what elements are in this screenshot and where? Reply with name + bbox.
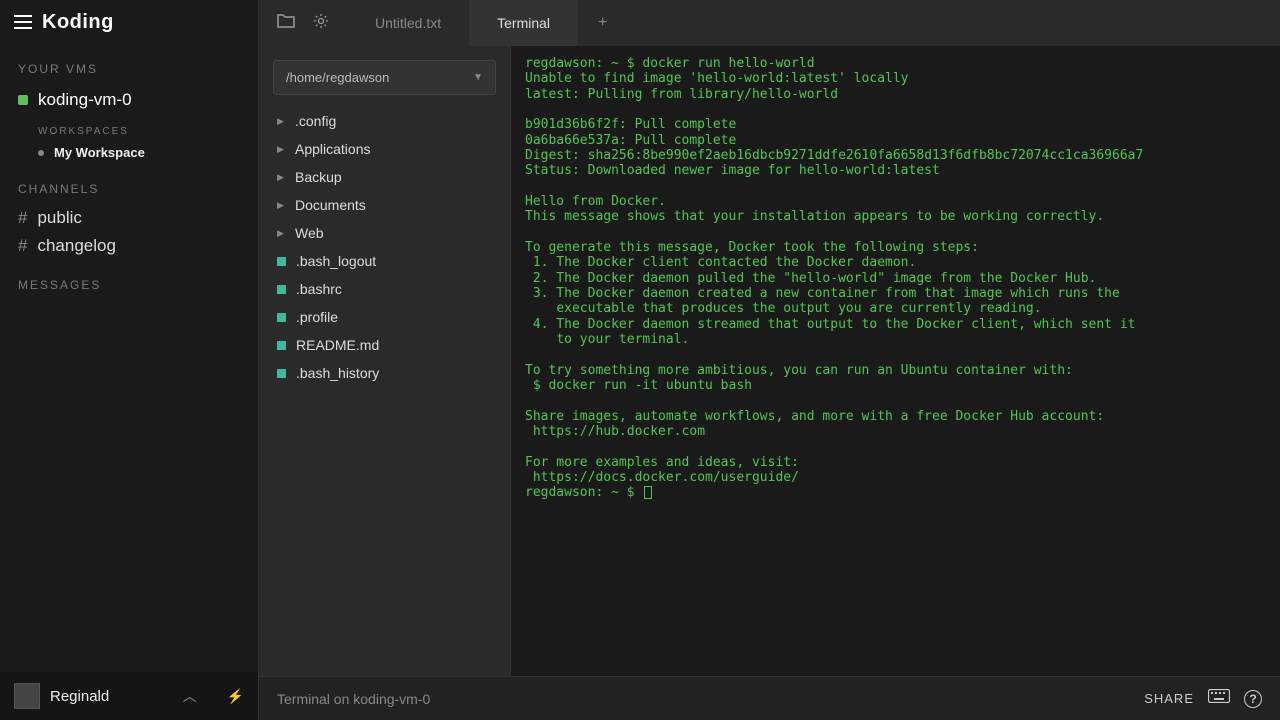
tab-terminal[interactable]: Terminal [469,0,578,46]
file-name: README.md [296,337,379,353]
terminal-prompt: regdawson: ~ $ [525,485,642,500]
username: Reginald [50,688,173,705]
channels-section-label: CHANNELS [0,164,258,204]
folder-item[interactable]: ▶ Backup [259,163,510,191]
folder-item[interactable]: ▶ Documents [259,191,510,219]
new-tab-button[interactable]: + [578,0,627,46]
chevron-right-icon: ▶ [277,200,285,211]
folder-name: Web [295,225,324,241]
hash-icon: # [18,208,27,228]
brand-header: Koding [0,0,258,44]
chevron-right-icon: ▶ [277,172,285,183]
brand-name: Koding [42,11,114,34]
gear-icon[interactable] [313,13,329,34]
hash-icon: # [18,236,27,256]
workspaces-section-label: WORKSPACES [0,116,258,141]
folder-item[interactable]: ▶ Web [259,219,510,247]
channel-changelog[interactable]: # changelog [0,232,258,260]
file-icon [277,257,286,266]
chevron-right-icon: ▶ [277,144,285,155]
vm-item[interactable]: koding-vm-0 [0,84,258,116]
file-panel: /home/regdawson ▼ ▶ .config ▶ Applications… [259,46,511,676]
file-name: .bashrc [296,281,342,297]
folder-icon[interactable] [277,13,295,34]
workspace-item[interactable]: My Workspace [0,141,258,164]
file-name: .bash_logout [296,253,376,269]
file-name: .bash_history [296,365,379,381]
file-icon [277,285,286,294]
folder-name: Backup [295,169,342,185]
tab-label: Terminal [497,15,550,31]
statusbar: Terminal on koding-vm-0 SHARE ? [259,676,1280,720]
avatar[interactable] [14,683,40,709]
file-item[interactable]: .bash_logout [259,247,510,275]
workspace-bullet-icon [38,150,44,156]
bolt-icon[interactable]: ⚡ [227,688,244,705]
vm-name: koding-vm-0 [38,90,132,110]
vms-section-label: YOUR VMS [0,44,258,84]
file-item[interactable]: .profile [259,303,510,331]
chevron-up-icon[interactable]: ︿ [183,686,197,706]
channel-name: public [37,208,81,228]
status-text: Terminal on koding-vm-0 [277,691,430,707]
vm-status-icon [18,95,28,105]
channel-name: changelog [37,236,115,256]
tab-label: Untitled.txt [375,15,441,31]
folder-name: .config [295,113,336,129]
file-item[interactable]: .bashrc [259,275,510,303]
menu-icon[interactable] [14,15,32,29]
keyboard-icon[interactable] [1208,689,1230,708]
folder-name: Applications [295,141,371,157]
folder-item[interactable]: ▶ .config [259,107,510,135]
file-list: ▶ .config ▶ Applications ▶ Backup ▶ Document… [259,105,510,389]
folder-name: Documents [295,197,366,213]
user-bar: Reginald ︿ ⚡ [0,672,258,720]
caret-down-icon: ▼ [473,72,483,83]
tab-untitled[interactable]: Untitled.txt [347,0,469,46]
file-icon [277,313,286,322]
messages-section-label: MESSAGES [0,260,258,300]
workspace-name: My Workspace [54,145,145,160]
folder-item[interactable]: ▶ Applications [259,135,510,163]
path-selector[interactable]: /home/regdawson ▼ [273,60,496,95]
terminal-view[interactable]: regdawson: ~ $ docker run hello-world Un… [511,46,1280,676]
help-icon[interactable]: ? [1244,690,1262,708]
file-icon [277,369,286,378]
file-item[interactable]: README.md [259,331,510,359]
path-text: /home/regdawson [286,70,389,85]
main-area: Untitled.txt Terminal + /home/regdawson … [258,0,1280,720]
share-button[interactable]: SHARE [1144,691,1194,706]
channel-public[interactable]: # public [0,204,258,232]
chevron-right-icon: ▶ [277,116,285,127]
file-item[interactable]: .bash_history [259,359,510,387]
terminal-output: regdawson: ~ $ docker run hello-world Un… [525,56,1143,485]
terminal-cursor [644,486,652,499]
tabbar: Untitled.txt Terminal + [259,0,1280,46]
chevron-right-icon: ▶ [277,228,285,239]
sidebar: Koding YOUR VMS koding-vm-0 WORKSPACES M… [0,0,258,720]
file-name: .profile [296,309,338,325]
file-icon [277,341,286,350]
